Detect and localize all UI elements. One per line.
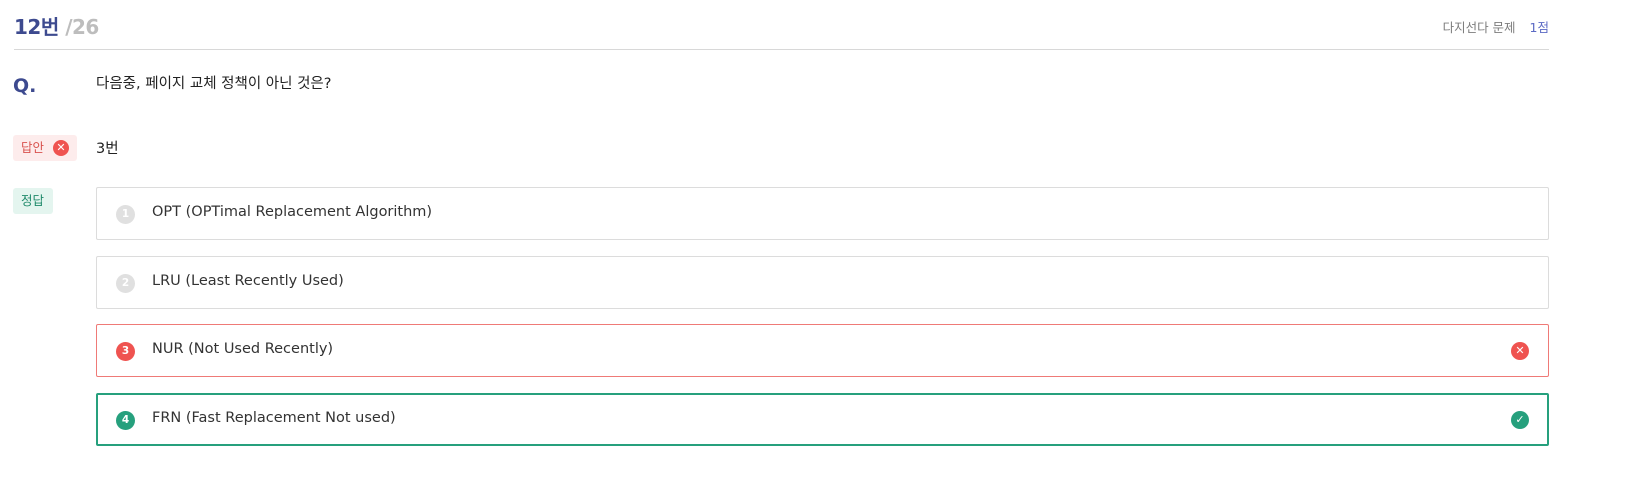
check-circle-icon: ✓ xyxy=(1511,411,1529,429)
option-label: FRN (Fast Replacement Not used) xyxy=(152,410,396,426)
option-label: NUR (Not Used Recently) xyxy=(152,341,334,357)
option-number-badge: 1 xyxy=(116,205,135,224)
my-answer-badge: 답안 ✕ xyxy=(13,135,77,161)
question-text: 다음중, 페이지 교체 정책이 아닌 것은? xyxy=(96,76,332,92)
option-label: LRU (Least Recently Used) xyxy=(152,273,344,289)
option-4-correct[interactable]: 4 FRN (Fast Replacement Not used) ✓ xyxy=(96,393,1549,446)
x-circle-icon: ✕ xyxy=(1511,342,1529,360)
my-answer-badge-label: 답안 xyxy=(21,140,45,155)
question-number: 12번 /26 xyxy=(14,11,99,40)
option-1[interactable]: 1 OPT (OPTimal Replacement Algorithm) xyxy=(96,187,1549,240)
question-header: 12번 /26 다지선다 문제 1점 xyxy=(14,0,1549,50)
correct-answer-badge: 정답 xyxy=(13,188,53,214)
question-type: 다지선다 문제 xyxy=(1442,20,1516,35)
option-label: OPT (OPTimal Replacement Algorithm) xyxy=(152,204,433,220)
question-score: 1점 xyxy=(1529,20,1549,35)
option-number-badge: 2 xyxy=(116,274,135,293)
option-3-wrong[interactable]: 3 NUR (Not Used Recently) ✕ xyxy=(96,324,1549,377)
correct-answer-badge-label: 정답 xyxy=(21,193,45,208)
current-question-number: 12번 xyxy=(14,15,59,39)
x-circle-icon: ✕ xyxy=(53,140,69,156)
question-label: Q. xyxy=(13,75,37,97)
option-number-badge: 4 xyxy=(116,411,135,430)
option-2[interactable]: 2 LRU (Least Recently Used) xyxy=(96,256,1549,309)
total-question-count: /26 xyxy=(65,15,99,39)
option-number-badge: 3 xyxy=(116,342,135,361)
my-answer-value: 3번 xyxy=(96,141,119,157)
question-meta: 다지선다 문제 1점 xyxy=(1443,17,1549,36)
